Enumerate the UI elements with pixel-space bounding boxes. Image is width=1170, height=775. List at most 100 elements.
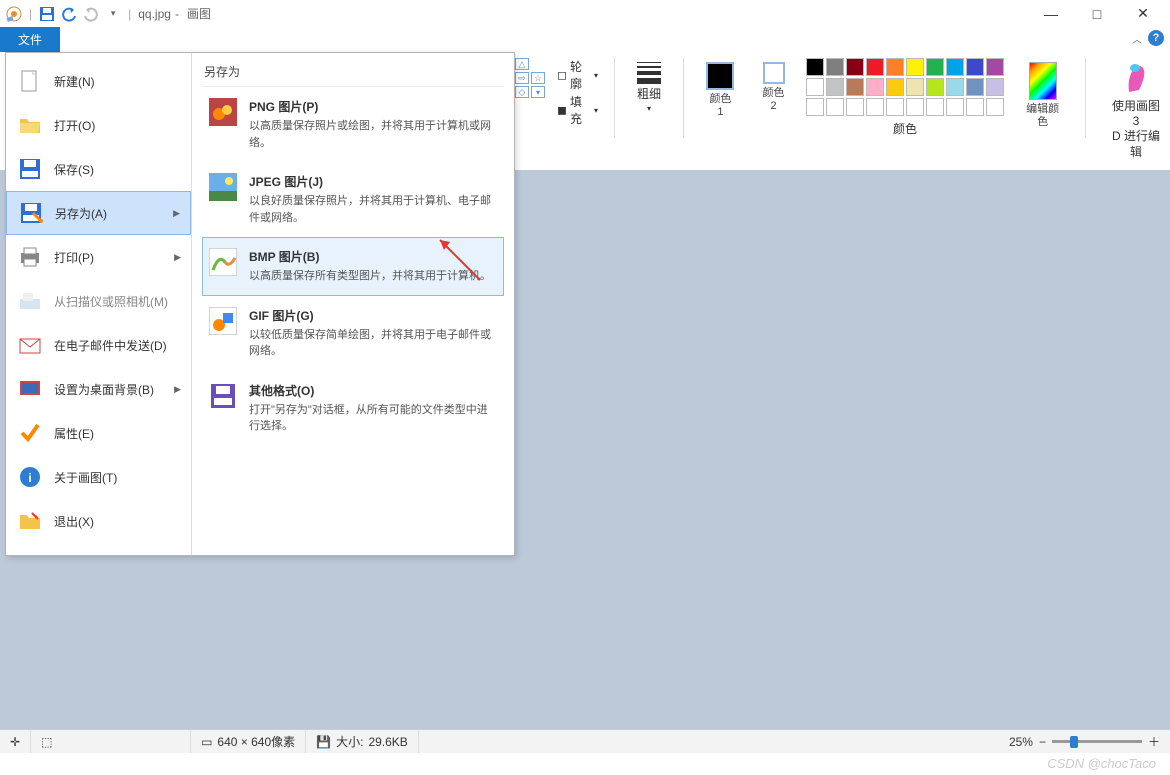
menu-item-label: 退出(X) <box>54 513 94 530</box>
file-menu: 新建(N)打开(O)保存(S)另存为(A)▶打印(P)▶从扫描仪或照相机(M)在… <box>5 52 515 556</box>
undo-icon[interactable] <box>59 4 79 24</box>
palette-swatch-empty[interactable] <box>966 98 984 116</box>
palette-swatch-empty[interactable] <box>986 98 1004 116</box>
format-desc: 以高质量保存所有类型图片，并将其用于计算机。 <box>249 268 491 285</box>
saveas-option[interactable]: JPEG 图片(J)以良好质量保存照片，并将其用于计算机、电子邮件或网络。 <box>202 162 504 237</box>
fill-icon: ◼ <box>557 103 567 117</box>
file-size: 💾大小: 29.6KB <box>306 730 419 753</box>
palette-swatch[interactable] <box>826 58 844 76</box>
saveas-option[interactable]: 其他格式(O)打开"另存为"对话框，从所有可能的文件类型中进行选择。 <box>202 371 504 446</box>
palette-swatch[interactable] <box>846 78 864 96</box>
menu-item-label: 属性(E) <box>54 425 94 442</box>
palette-swatch-empty[interactable] <box>866 98 884 116</box>
file-menu-item[interactable]: 属性(E) <box>6 411 191 455</box>
palette-swatch-empty[interactable] <box>826 98 844 116</box>
edit-colors-button[interactable]: 编辑颜色 <box>1016 58 1069 133</box>
colors-group-label: 颜色 <box>893 120 917 137</box>
paint3d-button[interactable]: 使用画图 3D 进行编辑 <box>1102 58 1170 164</box>
menu-item-label: 关于画图(T) <box>54 469 117 486</box>
close-button[interactable]: ✕ <box>1120 0 1166 27</box>
title-bar: | ▾ | qq.jpg - 画图 — □ ✕ <box>0 0 1170 27</box>
zoom-in-icon[interactable]: ＋ <box>1148 733 1160 750</box>
title-separator: - <box>175 7 179 21</box>
palette-swatch-empty[interactable] <box>886 98 904 116</box>
palette-swatch[interactable] <box>886 58 904 76</box>
palette-swatch[interactable] <box>926 58 944 76</box>
rainbow-icon <box>1029 62 1057 100</box>
zoom-level: 25% <box>1009 735 1033 749</box>
file-menu-item[interactable]: 设置为桌面背景(B)▶ <box>6 367 191 411</box>
palette-swatch[interactable] <box>946 58 964 76</box>
format-title: JPEG 图片(J) <box>249 173 497 190</box>
submenu-arrow-icon: ▶ <box>173 208 180 219</box>
help-icon[interactable]: ? <box>1148 30 1164 46</box>
palette-swatch[interactable] <box>986 58 1004 76</box>
file-tab[interactable]: 文件 <box>0 27 60 52</box>
file-menu-item[interactable]: 另存为(A)▶ <box>6 191 191 235</box>
palette-swatch[interactable] <box>946 78 964 96</box>
file-menu-item[interactable]: 打开(O) <box>6 103 191 147</box>
desktop-icon <box>16 375 44 403</box>
palette-swatch-empty[interactable] <box>846 98 864 116</box>
palette-swatch[interactable] <box>866 58 884 76</box>
color2-button[interactable]: 颜色 2 <box>753 58 794 117</box>
palette-swatch[interactable] <box>966 58 984 76</box>
format-desc: 打开"另存为"对话框，从所有可能的文件类型中进行选择。 <box>249 402 497 435</box>
palette-swatch[interactable] <box>826 78 844 96</box>
file-menu-item[interactable]: 新建(N) <box>6 59 191 103</box>
stroke-width-button[interactable]: 粗细▾ <box>631 58 667 119</box>
palette-swatch[interactable] <box>986 78 1004 96</box>
palette-swatch[interactable] <box>906 58 924 76</box>
palette-swatch[interactable] <box>806 78 824 96</box>
saveas-option[interactable]: GIF 图片(G)以较低质量保存简单绘图，并将其用于电子邮件或网络。 <box>202 296 504 371</box>
qat-dropdown-icon[interactable]: ▾ <box>103 4 123 24</box>
file-menu-item[interactable]: 退出(X) <box>6 499 191 543</box>
info-icon: i <box>16 463 44 491</box>
zoom-controls[interactable]: 25% − ＋ <box>999 733 1170 750</box>
zoom-slider[interactable] <box>1052 740 1142 743</box>
format-title: GIF 图片(G) <box>249 307 497 324</box>
file-menu-item[interactable]: 从扫描仪或照相机(M) <box>6 279 191 323</box>
file-menu-item[interactable]: 在电子邮件中发送(D) <box>6 323 191 367</box>
zoom-out-icon[interactable]: − <box>1039 735 1046 749</box>
palette-swatch[interactable] <box>866 78 884 96</box>
color1-button[interactable]: 颜色 1 <box>700 58 741 123</box>
color-palette[interactable] <box>806 58 1004 116</box>
group-divider <box>1085 58 1086 138</box>
format-title: PNG 图片(P) <box>249 98 497 115</box>
file-menu-item[interactable]: 保存(S) <box>6 147 191 191</box>
maximize-button[interactable]: □ <box>1074 0 1120 27</box>
file-menu-item[interactable]: 打印(P)▶ <box>6 235 191 279</box>
exit-icon <box>16 507 44 535</box>
collapse-ribbon-icon[interactable]: ︿ <box>1132 31 1142 46</box>
palette-swatch[interactable] <box>886 78 904 96</box>
ribbon-content: △ ⇨☆ ◇▾ ◻轮廓▾ ◼填充▾ 粗细▾ 颜色 1 颜色 2 颜色 编辑颜色 … <box>515 58 1170 164</box>
palette-swatch[interactable] <box>806 58 824 76</box>
fill-option[interactable]: ◼填充▾ <box>557 93 598 127</box>
watermark: CSDN @chocTaco <box>1047 756 1156 771</box>
file-menu-list: 新建(N)打开(O)保存(S)另存为(A)▶打印(P)▶从扫描仪或照相机(M)在… <box>6 53 192 555</box>
save-icon[interactable] <box>37 4 57 24</box>
palette-swatch[interactable] <box>906 78 924 96</box>
color-palette-block: 颜色 <box>806 58 1004 137</box>
status-bar: ✛ ⬚ ▭640 × 640像素 💾大小: 29.6KB 25% − ＋ <box>0 729 1170 753</box>
folder-icon <box>16 111 44 139</box>
redo-icon[interactable] <box>81 4 101 24</box>
outline-icon: ◻ <box>557 68 567 82</box>
palette-swatch-empty[interactable] <box>906 98 924 116</box>
palette-swatch[interactable] <box>966 78 984 96</box>
outline-option[interactable]: ◻轮廓▾ <box>557 58 598 92</box>
file-menu-item[interactable]: i 关于画图(T) <box>6 455 191 499</box>
saveas-option[interactable]: PNG 图片(P)以高质量保存照片或绘图，并将其用于计算机或网络。 <box>202 87 504 162</box>
svg-text:i: i <box>28 471 31 485</box>
palette-swatch-empty[interactable] <box>806 98 824 116</box>
format-title: BMP 图片(B) <box>249 248 491 265</box>
palette-swatch-empty[interactable] <box>946 98 964 116</box>
palette-swatch-empty[interactable] <box>926 98 944 116</box>
minimize-button[interactable]: — <box>1028 0 1074 27</box>
shapes-gallery[interactable]: △ ⇨☆ ◇▾ <box>515 58 545 98</box>
menu-item-label: 设置为桌面背景(B) <box>54 381 154 398</box>
saveas-option[interactable]: BMP 图片(B) 以高质量保存所有类型图片，并将其用于计算机。 <box>202 237 504 296</box>
palette-swatch[interactable] <box>846 58 864 76</box>
palette-swatch[interactable] <box>926 78 944 96</box>
